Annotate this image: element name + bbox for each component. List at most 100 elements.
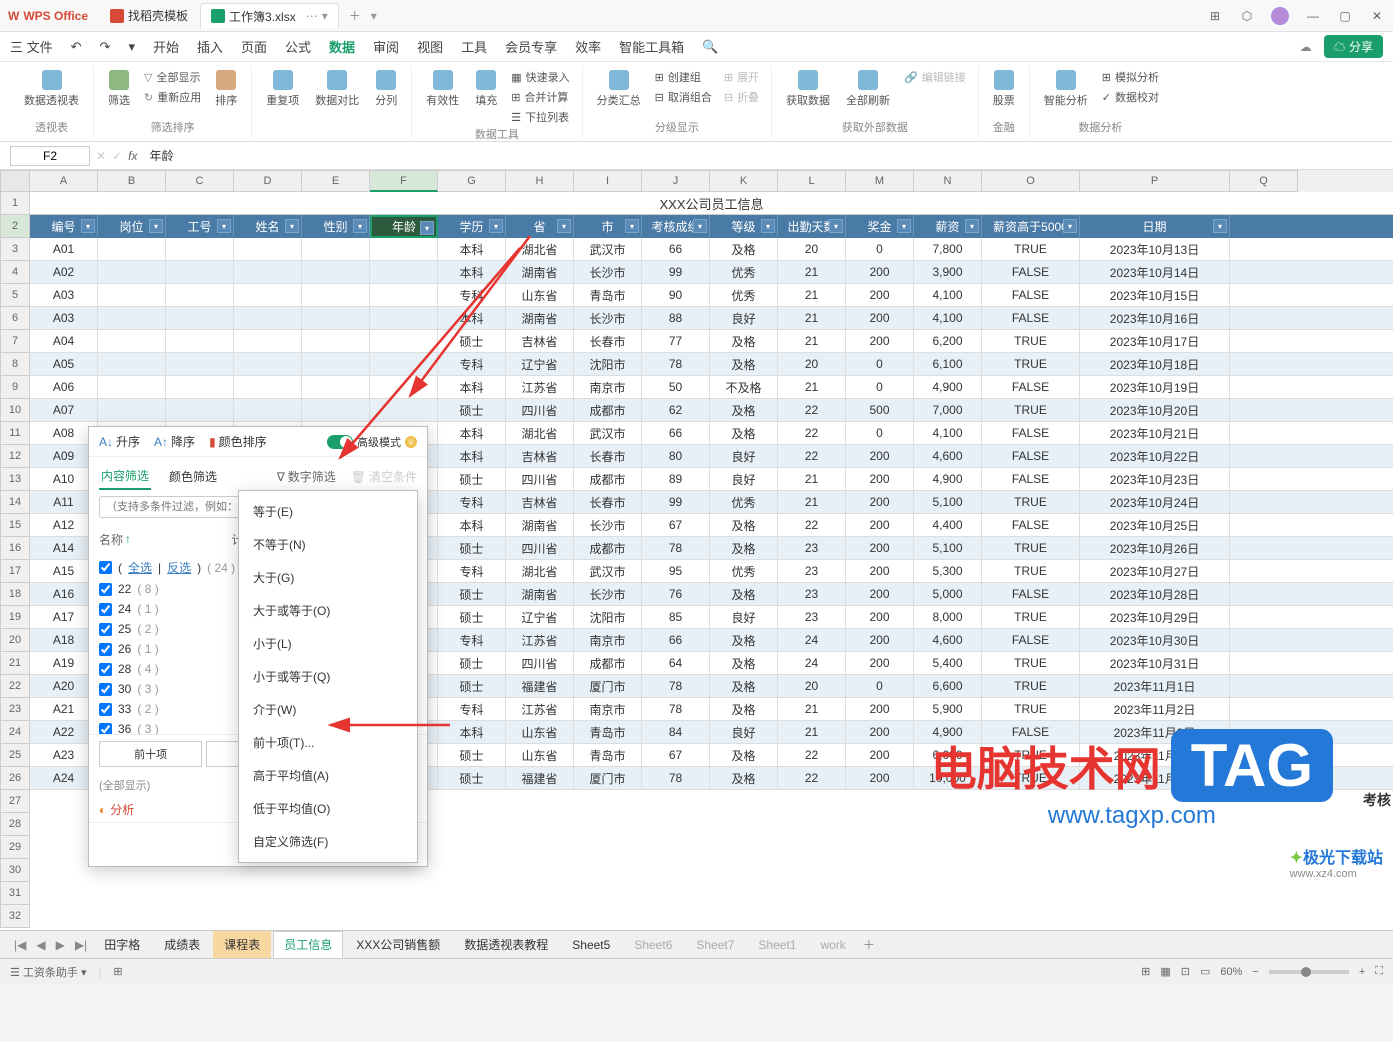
table-cell[interactable] [302, 399, 370, 421]
table-cell[interactable]: 南京市 [574, 376, 642, 398]
quick-entry-button[interactable]: ▦快速录入 [509, 68, 571, 86]
table-cell[interactable]: FALSE [982, 514, 1080, 536]
table-cell[interactable]: 2023年10月30日 [1080, 629, 1230, 651]
table-cell[interactable]: 22 [778, 445, 846, 467]
number-filter-option[interactable]: 不等于(N) [239, 528, 417, 561]
table-cell[interactable] [166, 307, 234, 329]
zoom-out-button[interactable]: − [1252, 966, 1258, 978]
table-cell[interactable]: 本科 [438, 261, 506, 283]
table-cell[interactable]: 硕士 [438, 537, 506, 559]
table-cell[interactable]: 长沙市 [574, 307, 642, 329]
sheet-tab[interactable]: Sheet6 [623, 933, 683, 957]
sheet-nav-next[interactable]: ▶ [52, 938, 69, 952]
col-header[interactable]: K [710, 170, 778, 192]
table-cell[interactable]: FALSE [982, 307, 1080, 329]
view-normal-icon[interactable]: ⊞ [1141, 965, 1150, 978]
table-cell[interactable]: 67 [642, 744, 710, 766]
table-cell[interactable]: 21 [778, 261, 846, 283]
table-cell[interactable]: 良好 [710, 606, 778, 628]
row-number[interactable]: 4 [0, 261, 30, 284]
col-header[interactable]: Q [1230, 170, 1298, 192]
table-cell[interactable]: 20 [778, 353, 846, 375]
table-header-cell[interactable]: 日期▾ [1080, 215, 1230, 238]
table-cell[interactable]: 4,900 [914, 468, 982, 490]
number-filter-option[interactable]: 前十项(T)... [239, 726, 417, 759]
table-cell[interactable]: 200 [846, 491, 914, 513]
table-cell[interactable]: 2023年10月22日 [1080, 445, 1230, 467]
table-cell[interactable]: A01 [30, 238, 98, 260]
table-cell[interactable]: 及格 [710, 767, 778, 789]
table-cell[interactable]: 本科 [438, 422, 506, 444]
row-number[interactable]: 29 [0, 836, 30, 859]
sheet-tab[interactable]: Sheet7 [685, 933, 745, 957]
filter-dropdown-icon[interactable]: ▾ [693, 219, 707, 233]
menu-tools[interactable]: 工具 [461, 37, 487, 56]
table-cell[interactable]: 4,100 [914, 422, 982, 444]
table-cell[interactable]: 78 [642, 767, 710, 789]
table-cell[interactable]: 5,100 [914, 537, 982, 559]
table-cell[interactable]: 5,900 [914, 698, 982, 720]
table-cell[interactable]: 4,600 [914, 445, 982, 467]
collapse-button[interactable]: ⊟折叠 [722, 88, 761, 106]
table-cell[interactable]: 21 [778, 284, 846, 306]
add-sheet-button[interactable]: ＋ [859, 936, 879, 953]
fx-icon[interactable]: fx [128, 149, 137, 163]
table-cell[interactable]: 95 [642, 560, 710, 582]
view-pagebreak-icon[interactable]: ⊡ [1181, 965, 1190, 978]
table-cell[interactable]: A06 [30, 376, 98, 398]
table-cell[interactable] [370, 376, 438, 398]
table-cell[interactable]: 江苏省 [506, 698, 574, 720]
row-number[interactable]: 3 [0, 238, 30, 261]
row-number[interactable]: 1 [0, 192, 30, 215]
table-cell[interactable]: 4,900 [914, 376, 982, 398]
col-header[interactable]: M [846, 170, 914, 192]
table-cell[interactable]: TRUE [982, 675, 1080, 697]
pivot-table-button[interactable]: 数据透视表 [20, 68, 83, 110]
row-number[interactable]: 31 [0, 882, 30, 905]
table-cell[interactable]: 硕士 [438, 767, 506, 789]
table-cell[interactable]: 8,000 [914, 606, 982, 628]
table-cell[interactable]: 200 [846, 629, 914, 651]
table-cell[interactable]: 21 [778, 468, 846, 490]
table-cell[interactable]: 及格 [710, 583, 778, 605]
row-number[interactable]: 30 [0, 859, 30, 882]
table-cell[interactable]: 2023年10月16日 [1080, 307, 1230, 329]
table-cell[interactable] [370, 284, 438, 306]
table-cell[interactable]: 200 [846, 721, 914, 743]
share-button[interactable]: ☁ 分享 [1324, 35, 1383, 58]
advanced-mode-toggle[interactable]: 高级模式 ♕ [327, 434, 417, 450]
payslip-helper[interactable]: ☰ 工资条助手 ▾ [10, 964, 87, 980]
table-cell[interactable]: A05 [30, 353, 98, 375]
table-cell[interactable]: FALSE [982, 284, 1080, 306]
col-header[interactable]: H [506, 170, 574, 192]
table-cell[interactable]: FALSE [982, 468, 1080, 490]
table-cell[interactable]: 64 [642, 652, 710, 674]
table-cell[interactable]: 5,100 [914, 491, 982, 513]
table-cell[interactable]: 专科 [438, 284, 506, 306]
zoom-in-button[interactable]: + [1359, 966, 1365, 978]
row-number[interactable]: 28 [0, 813, 30, 836]
view-page-icon[interactable]: ▦ [1160, 965, 1170, 978]
dropdown-list-button[interactable]: ☰下拉列表 [509, 108, 571, 126]
table-cell[interactable]: 2023年10月21日 [1080, 422, 1230, 444]
table-cell[interactable]: 厦门市 [574, 675, 642, 697]
row-number[interactable]: 24 [0, 721, 30, 744]
table-cell[interactable]: 200 [846, 583, 914, 605]
table-cell[interactable]: 四川省 [506, 468, 574, 490]
cancel-formula-icon[interactable]: ✕ [96, 149, 106, 163]
color-filter-tab[interactable]: 颜色筛选 [167, 464, 219, 489]
table-cell[interactable]: 2023年10月31日 [1080, 652, 1230, 674]
table-cell[interactable]: 山东省 [506, 284, 574, 306]
menu-data[interactable]: 数据 [329, 37, 355, 56]
sheet-tab[interactable]: work [809, 933, 856, 957]
table-cell[interactable]: TRUE [982, 353, 1080, 375]
number-filter-option[interactable]: 自定义筛选(F) [239, 825, 417, 858]
table-cell[interactable]: 2023年10月27日 [1080, 560, 1230, 582]
cloud-icon[interactable]: ☁ [1300, 40, 1312, 54]
table-cell[interactable]: 99 [642, 491, 710, 513]
filter-dropdown-icon[interactable]: ▾ [761, 219, 775, 233]
table-cell[interactable]: 及格 [710, 514, 778, 536]
filter-checkbox[interactable] [99, 703, 112, 716]
table-cell[interactable]: 2023年10月25日 [1080, 514, 1230, 536]
filter-dropdown-icon[interactable]: ▾ [557, 219, 571, 233]
